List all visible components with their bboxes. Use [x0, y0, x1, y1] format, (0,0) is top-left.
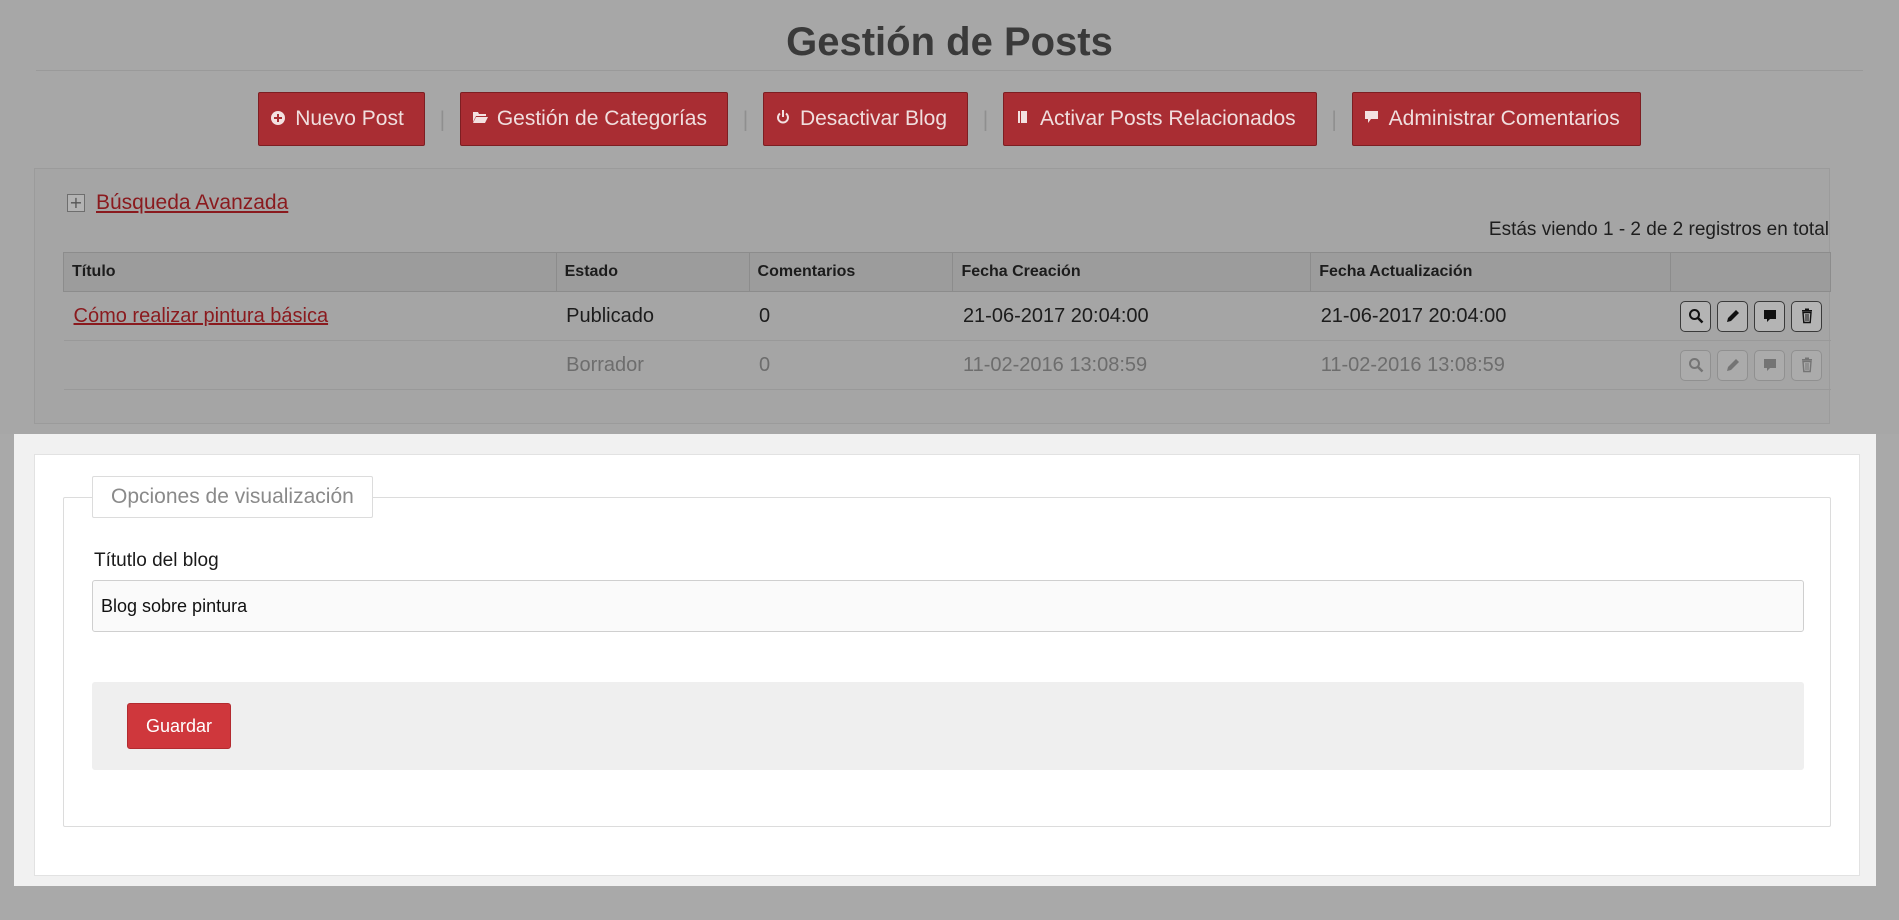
related-posts-button[interactable]: Activar Posts Relacionados — [1003, 92, 1317, 146]
post-status: Borrador — [556, 340, 750, 390]
manage-comments-label: Administrar Comentarios — [1388, 107, 1620, 130]
view-post-button[interactable] — [1680, 349, 1712, 381]
column-header-comments[interactable]: Comentarios — [748, 252, 954, 292]
pencil-icon — [1726, 359, 1739, 371]
table-row: Cómo realizar pintura básica Publicado 0… — [63, 291, 1831, 341]
post-comments-count: 0 — [749, 291, 953, 341]
new-post-label: Nuevo Post — [295, 107, 404, 130]
advanced-search-toggle[interactable]: + Búsqueda Avanzada — [67, 191, 288, 215]
view-post-button[interactable] — [1680, 300, 1712, 332]
advanced-search-link[interactable]: Búsqueda Avanzada — [96, 191, 288, 215]
posts-table: Título Estado Comentarios Fecha Creación… — [63, 252, 1832, 390]
post-comments-button[interactable] — [1754, 349, 1786, 381]
blog-title-label: Títutlo del blog — [94, 550, 219, 571]
save-button[interactable]: Guardar — [127, 703, 231, 749]
trash-icon — [1801, 308, 1812, 324]
delete-post-button[interactable] — [1791, 300, 1823, 332]
categories-label: Gestión de Categorías — [496, 107, 707, 130]
column-header-actions — [1669, 252, 1832, 292]
related-posts-label: Activar Posts Relacionados — [1040, 107, 1296, 130]
post-created-date: 21-06-2017 20:04:00 — [952, 291, 1311, 341]
expand-plus-icon: + — [67, 194, 85, 212]
comment-icon — [1763, 310, 1776, 322]
blog-title-input[interactable] — [92, 580, 1804, 632]
folder-open-icon — [471, 110, 489, 128]
table-row: Borrador 0 11-02-2016 13:08:59 11-02-201… — [63, 340, 1831, 390]
column-header-updated[interactable]: Fecha Actualización — [1310, 252, 1671, 292]
post-title-empty — [63, 340, 557, 390]
toolbar: Nuevo Post | Gestión de Categorías | Des… — [0, 92, 1899, 146]
modal-body: Opciones de visualización Títutlo del bl… — [34, 454, 1860, 876]
deactivate-blog-button[interactable]: Desactivar Blog — [762, 92, 969, 146]
trash-icon — [1801, 357, 1812, 373]
background-page: Gestión de Posts Nuevo Post | Gestión de… — [0, 0, 1899, 434]
column-header-created[interactable]: Fecha Creación — [952, 252, 1312, 292]
toolbar-separator: | — [1330, 107, 1338, 131]
comment-icon — [1763, 359, 1776, 371]
categories-button[interactable]: Gestión de Categorías — [459, 92, 728, 146]
post-title-link[interactable]: Cómo realizar pintura básica — [74, 305, 329, 327]
record-count: Estás viendo 1 - 2 de 2 registros en tot… — [1488, 219, 1829, 240]
posts-list-panel: + Búsqueda Avanzada Estás viendo 1 - 2 d… — [34, 168, 1832, 424]
post-comments-button[interactable] — [1754, 300, 1786, 332]
search-icon — [1688, 358, 1704, 373]
deactivate-blog-label: Desactivar Blog — [799, 107, 948, 130]
row-actions — [1680, 300, 1830, 332]
comment-icon — [1363, 110, 1381, 128]
toolbar-separator: | — [742, 107, 749, 131]
post-comments-count: 0 — [749, 340, 953, 390]
display-options-fieldset: Opciones de visualización Títutlo del bl… — [63, 476, 1831, 827]
search-icon — [1688, 309, 1704, 324]
page-title: Gestión de Posts — [786, 20, 1113, 64]
column-header-status[interactable]: Estado — [555, 252, 750, 292]
delete-post-button[interactable] — [1791, 349, 1823, 381]
manage-comments-button[interactable]: Administrar Comentarios — [1351, 92, 1641, 146]
toolbar-separator: | — [438, 107, 446, 131]
edit-post-button[interactable] — [1717, 349, 1749, 381]
new-post-button[interactable]: Nuevo Post — [258, 92, 425, 146]
post-created-date: 11-02-2016 13:08:59 — [952, 340, 1311, 390]
post-updated-date: 21-06-2017 20:04:00 — [1310, 291, 1671, 341]
display-options-modal: Opciones de visualización Títutlo del bl… — [14, 434, 1876, 886]
form-actions-bar: Guardar — [92, 682, 1804, 770]
row-actions — [1680, 349, 1830, 381]
edit-post-button[interactable] — [1717, 300, 1749, 332]
post-status: Publicado — [556, 291, 750, 341]
plus-circle-icon — [269, 110, 287, 128]
title-divider — [36, 70, 1863, 71]
fieldset-legend: Opciones de visualización — [92, 476, 373, 518]
post-updated-date: 11-02-2016 13:08:59 — [1310, 340, 1671, 390]
toolbar-separator: | — [982, 107, 989, 131]
pencil-icon — [1726, 310, 1739, 322]
book-icon — [1014, 110, 1032, 128]
power-icon — [774, 110, 792, 128]
column-header-title[interactable]: Título — [63, 252, 557, 292]
